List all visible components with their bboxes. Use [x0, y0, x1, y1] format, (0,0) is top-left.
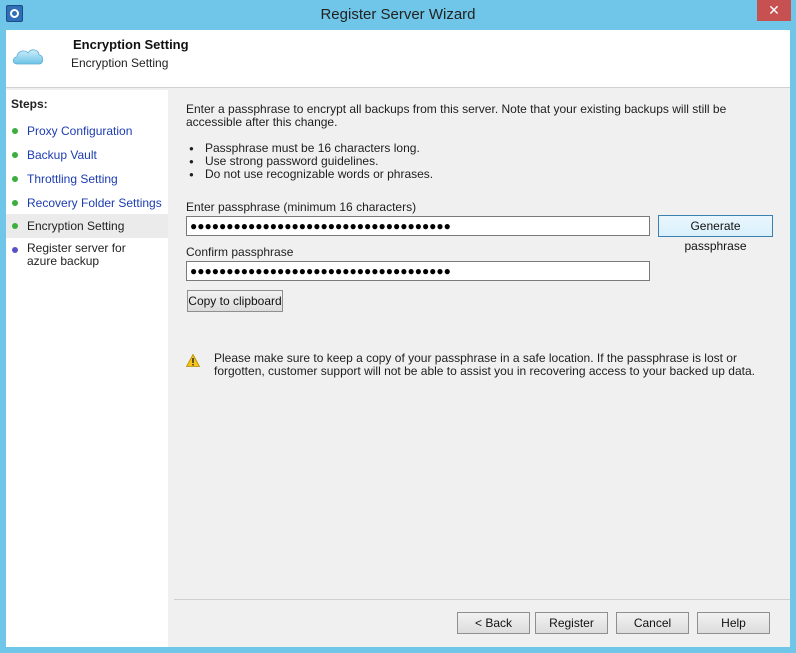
complete-status-icon — [12, 176, 18, 182]
steps-heading: Steps: — [11, 97, 48, 111]
step-proxy-configuration[interactable]: Proxy Configuration — [6, 120, 168, 142]
cancel-button[interactable]: Cancel — [616, 612, 689, 634]
back-button[interactable]: < Back — [457, 612, 530, 634]
generate-passphrase-button[interactable]: Generate passphrase — [658, 215, 773, 253]
close-button[interactable]: ✕ — [757, 0, 791, 21]
register-button[interactable]: Register — [535, 612, 608, 634]
pending-status-icon — [12, 247, 18, 253]
footer-divider — [174, 599, 790, 600]
step-label: Proxy Configuration — [27, 124, 133, 138]
cloud-icon — [12, 49, 44, 65]
page-subtitle: Encryption Setting — [71, 56, 169, 70]
complete-status-icon — [12, 200, 18, 206]
help-button[interactable]: Help — [697, 612, 770, 634]
confirm-passphrase-input[interactable]: ●●●●●●●●●●●●●●●●●●●●●●●●●●●●●●●●●●●● — [186, 261, 650, 281]
copy-to-clipboard-button[interactable]: Copy to clipboard — [187, 290, 283, 312]
steps-sidebar: Steps: Proxy Configuration Backup Vault … — [6, 90, 168, 647]
page-title: Encryption Setting — [73, 37, 189, 52]
window-title: Register Server Wizard — [320, 6, 476, 23]
complete-status-icon — [12, 152, 18, 158]
passphrase-requirements: Passphrase must be 16 characters long. U… — [186, 142, 433, 182]
current-status-icon — [12, 223, 18, 229]
title-bar: Register Server Wizard ✕ — [0, 0, 796, 30]
step-label: Throttling Setting — [27, 172, 118, 186]
warning-text: Please make sure to keep a copy of your … — [214, 351, 755, 378]
step-backup-vault[interactable]: Backup Vault — [6, 144, 168, 166]
list-item: Do not use recognizable words or phrases… — [186, 168, 433, 182]
intro-text: Enter a passphrase to encrypt all backup… — [186, 102, 727, 129]
passphrase-label: Enter passphrase (minimum 16 characters) — [186, 200, 417, 214]
step-throttling-setting[interactable]: Throttling Setting — [6, 168, 168, 190]
step-label: Encryption Setting — [27, 219, 125, 233]
complete-status-icon — [12, 128, 18, 134]
main-content: Enter a passphrase to encrypt all backup… — [174, 90, 790, 647]
step-encryption-setting: Encryption Setting — [6, 214, 168, 238]
step-label: Recovery Folder Settings — [27, 196, 162, 210]
step-recovery-folder-settings[interactable]: Recovery Folder Settings — [6, 192, 168, 214]
passphrase-input[interactable]: ●●●●●●●●●●●●●●●●●●●●●●●●●●●●●●●●●●●● — [186, 216, 650, 236]
wizard-header: Encryption Setting Encryption Setting — [6, 30, 790, 88]
step-register-server: Register server for azure backup — [6, 240, 168, 270]
wizard-window: Encryption Setting Encryption Setting St… — [6, 30, 790, 647]
confirm-passphrase-label: Confirm passphrase — [186, 245, 294, 259]
step-label: Backup Vault — [27, 148, 97, 162]
step-label: Register server for azure backup — [27, 241, 126, 268]
warning-icon — [186, 354, 200, 367]
